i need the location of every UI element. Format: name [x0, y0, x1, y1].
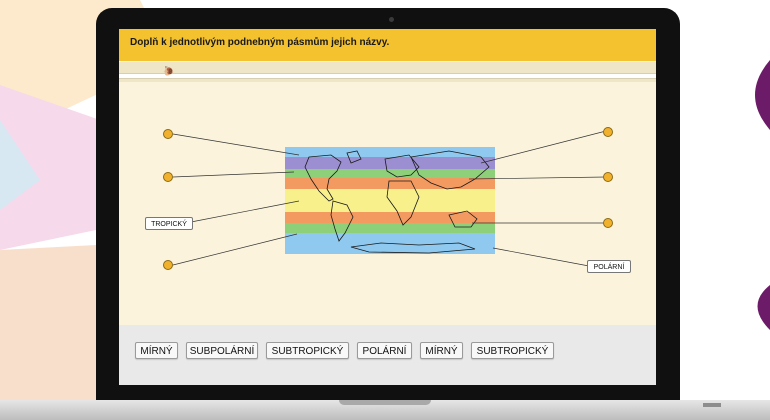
map-canvas [172, 130, 607, 267]
placed-label-tropical[interactable]: TROPICKÝ [145, 217, 193, 230]
answer-chip[interactable]: SUBPOLÁRNÍ [186, 342, 258, 359]
answer-chip[interactable]: SUBTROPICKÝ [266, 342, 349, 359]
connector-line [172, 171, 295, 178]
drop-target-dot[interactable] [163, 129, 173, 139]
placed-label-polar[interactable]: POLÁRNÍ [587, 260, 631, 273]
drop-target-dot[interactable] [163, 172, 173, 182]
world-map [285, 147, 495, 254]
connector-line [492, 247, 590, 267]
laptop-notch [339, 400, 431, 405]
app-screen: Doplň k jednotlivým podnebným pásmům jej… [119, 29, 656, 385]
background-shape [755, 60, 770, 130]
camera-icon [389, 17, 394, 22]
connector-line [480, 130, 607, 164]
answer-chip[interactable]: MÍRNÝ [420, 342, 463, 359]
drop-target-dot[interactable] [603, 127, 613, 137]
drop-target-dot[interactable] [603, 218, 613, 228]
connector-line [172, 133, 300, 156]
answer-chip[interactable]: POLÁRNÍ [357, 342, 412, 359]
subtropical-zone-south [285, 212, 495, 223]
background-shape [0, 245, 96, 400]
temperate-zone-south [285, 223, 495, 233]
answer-chip[interactable]: SUBTROPICKÝ [471, 342, 554, 359]
drop-target-dot[interactable] [163, 260, 173, 270]
answer-chip[interactable]: MÍRNÝ [135, 342, 178, 359]
connector-line [172, 233, 298, 266]
status-light-icon [703, 403, 721, 407]
drop-target-dot[interactable] [603, 172, 613, 182]
subpolar-zone-north [285, 157, 495, 169]
background-shape [757, 285, 770, 330]
temperate-zone-north [285, 169, 495, 178]
connector-line [190, 200, 300, 223]
